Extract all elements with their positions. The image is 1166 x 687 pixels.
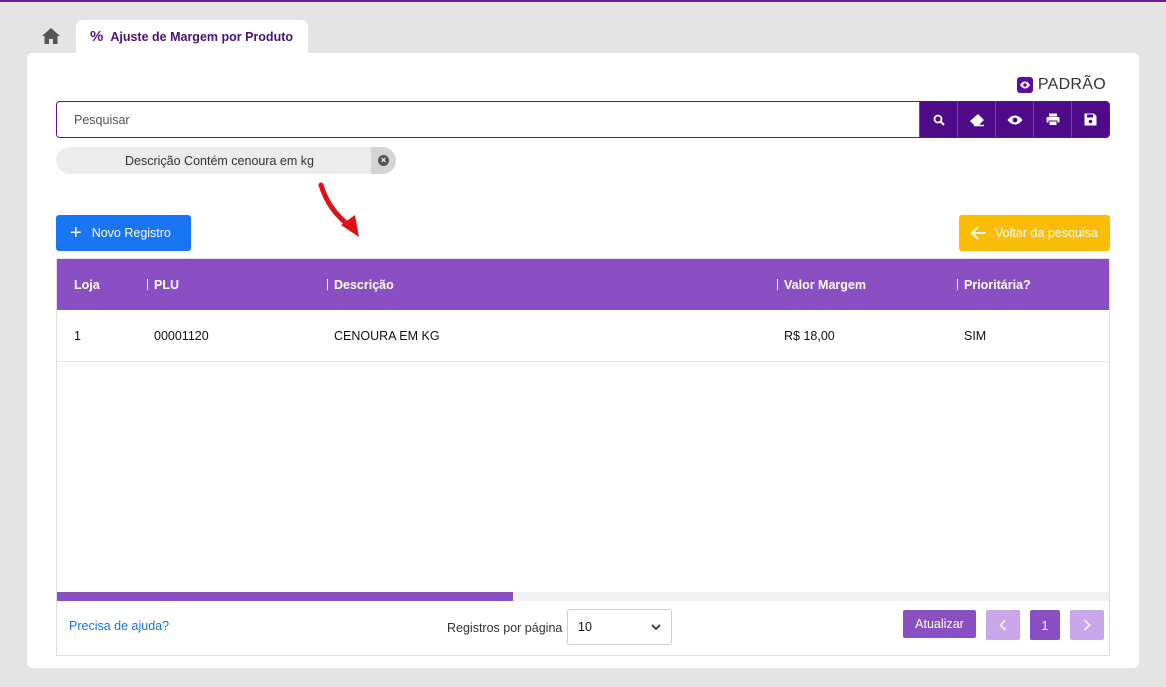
view-preset[interactable]: PADRÃO	[1016, 76, 1106, 94]
tab-ajuste-margem[interactable]: % Ajuste de Margem por Produto	[76, 20, 308, 53]
eraser-icon	[969, 113, 984, 126]
print-button[interactable]	[1033, 102, 1071, 137]
save-icon	[1084, 113, 1097, 126]
annotation-arrow	[318, 182, 359, 237]
next-page-button[interactable]	[1070, 610, 1104, 640]
home-icon	[42, 28, 60, 44]
eye-icon	[1016, 77, 1033, 93]
prev-page-button[interactable]	[986, 610, 1020, 640]
back-to-search-button[interactable]: Voltar da pesquisa	[959, 215, 1110, 251]
help-link[interactable]: Precisa de ajuda?	[69, 619, 169, 633]
back-to-search-label: Voltar da pesquisa	[995, 226, 1098, 240]
cell-prioritaria: SIM	[964, 328, 987, 343]
table-header: Loja PLU Descrição Valor Margem Prioritá…	[57, 259, 1109, 310]
plus-icon: +	[70, 222, 82, 244]
filter-chip: Descrição Contém cenoura em kg ×	[56, 147, 396, 174]
filter-chip-text: Descrição Contém cenoura em kg	[125, 153, 314, 168]
filter-remove-button[interactable]: ×	[371, 147, 396, 174]
horizontal-scrollbar[interactable]	[57, 592, 1109, 601]
print-icon	[1046, 113, 1059, 126]
chevron-left-icon	[999, 619, 1007, 631]
column-header-prioritaria[interactable]: Prioritária?	[951, 278, 1109, 292]
main-card: PADRÃO Pesquisar Descrição Contém cenour…	[27, 53, 1139, 668]
rows-per-page-label: Registros por página	[447, 621, 563, 635]
view-preset-label: PADRÃO	[1037, 76, 1106, 93]
tab-label: Ajuste de Margem por Produto	[110, 29, 293, 44]
clear-button[interactable]	[957, 102, 995, 137]
cell-descricao: CENOURA EM KG	[334, 328, 440, 343]
page-1-button[interactable]: 1	[1030, 610, 1060, 640]
eye-icon	[1007, 115, 1022, 124]
table-footer: Precisa de ajuda? Registros por página 1…	[57, 601, 1109, 655]
home-tab[interactable]	[30, 20, 72, 52]
rows-per-page-select[interactable]: 10	[567, 609, 672, 645]
scrollbar-thumb[interactable]	[57, 592, 513, 601]
save-button[interactable]	[1071, 102, 1109, 137]
table-row[interactable]: 1 00001120 CENOURA EM KG R$ 18,00 SIM	[57, 310, 1109, 362]
cell-plu: 00001120	[154, 328, 209, 343]
cell-valor-margem: R$ 18,00	[784, 328, 835, 343]
column-header-loja[interactable]: Loja	[57, 278, 141, 292]
records-table: Loja PLU Descrição Valor Margem Prioritá…	[56, 258, 1110, 656]
rows-per-page-value: 10	[578, 620, 592, 634]
close-icon: ×	[378, 155, 389, 166]
view-button[interactable]	[995, 102, 1033, 137]
top-accent-line	[0, 0, 1166, 2]
arrow-left-icon	[971, 226, 986, 240]
percent-icon: %	[90, 28, 104, 45]
cell-loja: 1	[74, 328, 81, 343]
column-header-plu[interactable]: PLU	[141, 278, 321, 292]
search-bar	[56, 101, 1110, 138]
new-record-label: Novo Registro	[91, 226, 171, 240]
refresh-button[interactable]: Atualizar	[903, 610, 976, 638]
search-icon	[933, 114, 945, 126]
column-header-descricao[interactable]: Descrição	[321, 278, 771, 292]
new-record-button[interactable]: + Novo Registro	[56, 215, 191, 251]
search-button[interactable]	[919, 102, 957, 137]
chevron-right-icon	[1083, 619, 1091, 631]
search-input[interactable]	[57, 102, 919, 137]
chevron-down-icon	[651, 624, 661, 630]
column-header-valor-margem[interactable]: Valor Margem	[771, 278, 951, 292]
